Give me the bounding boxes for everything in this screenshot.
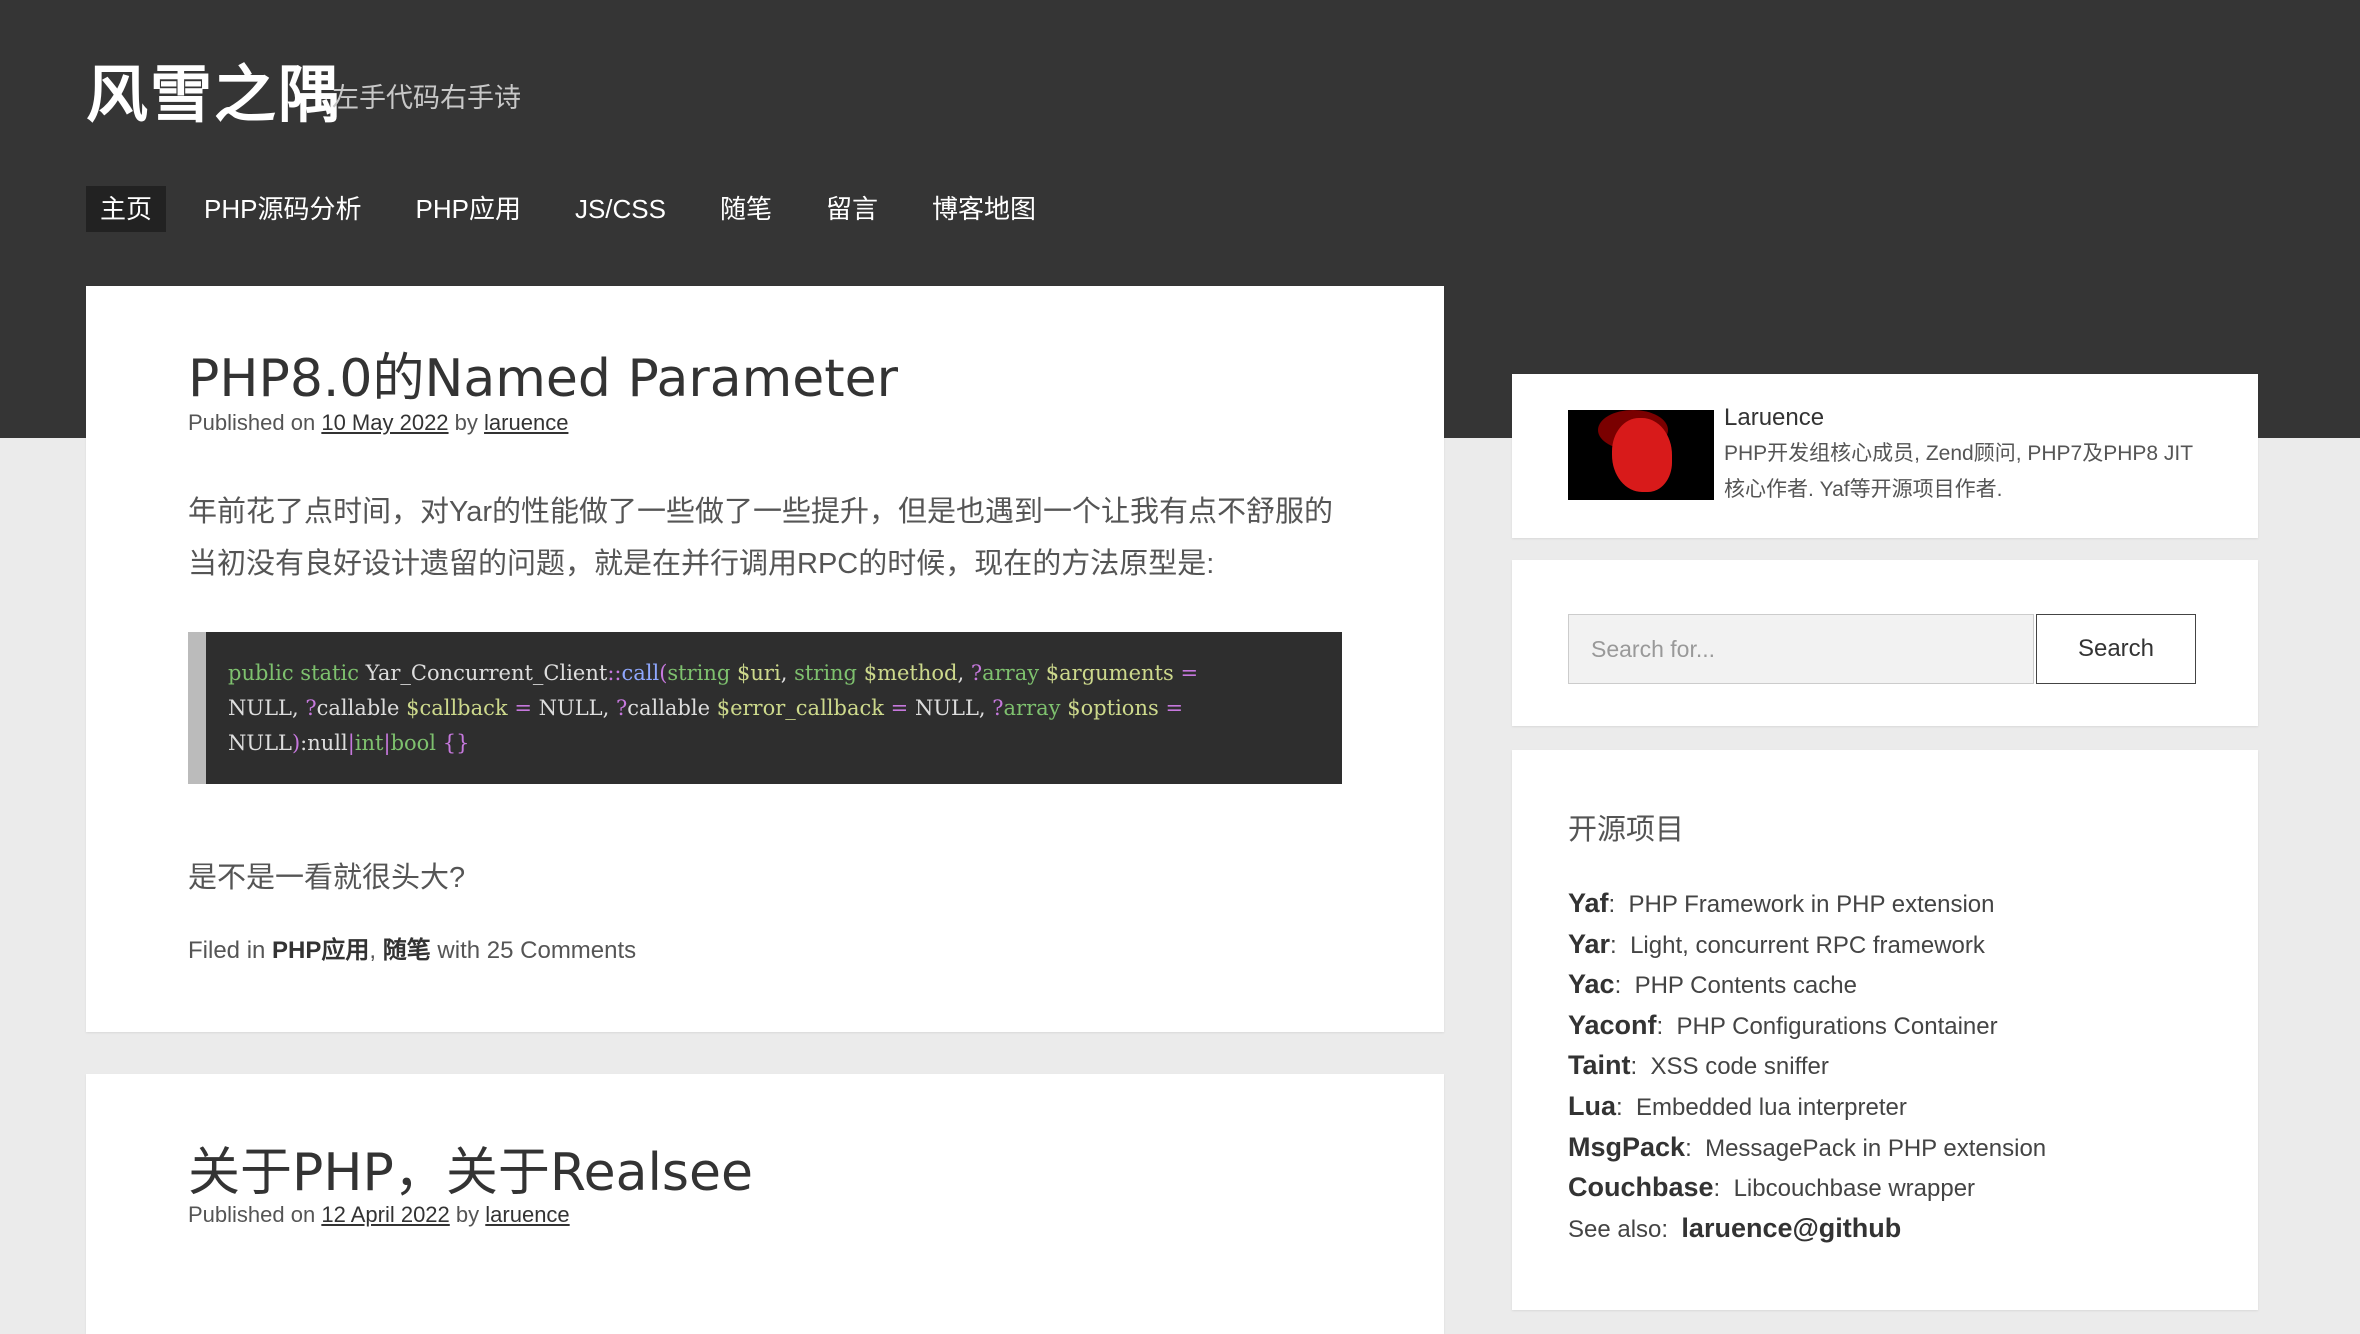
published-label: Published on: [188, 410, 316, 435]
search-input[interactable]: [1568, 614, 2034, 684]
site-description: 左手代码右手诗: [332, 83, 521, 113]
widget-title: 开源项目: [1568, 814, 1685, 846]
category-separator: ,: [369, 937, 377, 964]
filed-label: Filed in: [188, 937, 266, 964]
project-desc: PHP Configurations Container: [1676, 1012, 1998, 1040]
by-label: by: [455, 1202, 480, 1227]
post-meta: Published on 12 April 2022 by laruence: [188, 1202, 570, 1228]
code-block: public static Yar_Concurrent_Client::cal…: [188, 632, 1342, 784]
project-item: Yaconf: PHP Configurations Container: [1568, 1009, 1998, 1040]
comments-link[interactable]: with 25 Comments: [437, 937, 636, 964]
nav-item-php-app[interactable]: PHP应用: [401, 186, 534, 232]
project-item: Taint: XSS code sniffer: [1568, 1050, 1829, 1081]
nav-item-php-source[interactable]: PHP源码分析: [190, 186, 375, 232]
project-desc: PHP Contents cache: [1634, 972, 1857, 1000]
post-paragraph-line: 当初没有良好设计遗留的问题，就是在并行调用RPC的时候，现在的方法原型是:: [188, 548, 1215, 580]
project-desc: XSS code sniffer: [1650, 1053, 1829, 1081]
post-paragraph-line: 年前花了点时间，对Yar的性能做了一些做了一些提升，但是也遇到一个让我有点不舒服…: [188, 496, 1333, 528]
post-meta: Published on 10 May 2022 by laruence: [188, 410, 568, 436]
post-paragraph-2: 是不是一看就很头大?: [188, 862, 466, 894]
project-item: Lua: Embedded lua interpreter: [1568, 1090, 1907, 1121]
project-desc: Light, concurrent RPC framework: [1630, 931, 1985, 959]
site-title[interactable]: 风雪之隅: [86, 44, 342, 134]
post-title[interactable]: 关于PHP，关于Realsee: [188, 1130, 753, 1205]
see-also-label: See also:: [1568, 1215, 1669, 1243]
project-link[interactable]: Taint: [1568, 1050, 1631, 1080]
search-button[interactable]: Search: [2036, 614, 2196, 684]
project-link[interactable]: Yaconf: [1568, 1010, 1657, 1040]
category-link-essays[interactable]: 随笔: [383, 937, 431, 964]
nav-item-sitemap[interactable]: 博客地图: [918, 186, 1050, 232]
project-link[interactable]: Couchbase: [1568, 1172, 1714, 1202]
post-date-link[interactable]: 10 May 2022: [321, 410, 448, 435]
nav-item-js-css[interactable]: JS/CSS: [561, 186, 680, 232]
post-author-link[interactable]: laruence: [484, 410, 568, 435]
search-widget: Search: [1512, 560, 2258, 726]
project-desc: MessagePack in PHP extension: [1705, 1134, 2047, 1162]
projects-widget: 开源项目 Yaf: PHP Framework in PHP extension…: [1512, 750, 2258, 1310]
author-avatar[interactable]: [1568, 410, 1714, 500]
category-link-php-app[interactable]: PHP应用: [272, 937, 369, 964]
nav-item-guestbook[interactable]: 留言: [812, 186, 892, 232]
project-link[interactable]: MsgPack: [1568, 1132, 1685, 1162]
project-item: Yar: Light, concurrent RPC framework: [1568, 928, 1985, 959]
post-card: PHP8.0的Named Parameter Published on 10 M…: [86, 286, 1444, 1032]
project-link[interactable]: Lua: [1568, 1091, 1616, 1121]
project-desc: Libcouchbase wrapper: [1733, 1175, 1976, 1203]
project-link[interactable]: Yaf: [1568, 888, 1609, 918]
author-name: Laruence: [1724, 404, 1825, 431]
post-paragraph: 年前花了点时间，对Yar的性能做了一些做了一些提升，但是也遇到一个让我有点不舒服…: [188, 486, 1368, 590]
project-link[interactable]: Yac: [1568, 969, 1615, 999]
project-item: Couchbase: Libcouchbase wrapper: [1568, 1172, 1976, 1203]
project-desc: Embedded lua interpreter: [1636, 1093, 1907, 1121]
see-also-row: See also: laruence@github: [1568, 1209, 2046, 1250]
project-item: Yac: PHP Contents cache: [1568, 969, 1857, 1000]
post-author-link[interactable]: laruence: [485, 1202, 569, 1227]
avatar-face-shape: [1612, 418, 1672, 492]
by-label: by: [454, 410, 478, 435]
post-footer: Filed in PHP应用, 随笔 with 25 Comments: [188, 930, 636, 965]
project-desc: PHP Framework in PHP extension: [1628, 891, 1995, 918]
author-widget: Laruence PHP开发组核心成员, Zend顾问, PHP7及PHP8 J…: [1512, 374, 2258, 538]
post-date-link[interactable]: 12 April 2022: [321, 1202, 449, 1227]
post-card: 关于PHP，关于Realsee Published on 12 April 20…: [86, 1074, 1444, 1334]
project-link[interactable]: Yar: [1568, 929, 1610, 959]
main-nav: 主页 PHP源码分析 PHP应用 JS/CSS 随笔 留言 博客地图: [86, 186, 1076, 232]
project-list: Yaf: PHP Framework in PHP extension Yar:…: [1568, 884, 2046, 1249]
project-item: MsgPack: MessagePack in PHP extension: [1568, 1131, 2047, 1162]
project-item: Yaf: PHP Framework in PHP extension: [1568, 888, 1995, 918]
author-bio: PHP开发组核心成员, Zend顾问, PHP7及PHP8 JIT核心作者. Y…: [1724, 442, 2194, 501]
published-label: Published on: [188, 1202, 316, 1227]
nav-item-home[interactable]: 主页: [86, 186, 167, 232]
post-title[interactable]: PHP8.0的Named Parameter: [188, 336, 898, 411]
nav-item-essays[interactable]: 随笔: [706, 186, 786, 232]
github-link[interactable]: laruence@github: [1681, 1213, 1901, 1243]
